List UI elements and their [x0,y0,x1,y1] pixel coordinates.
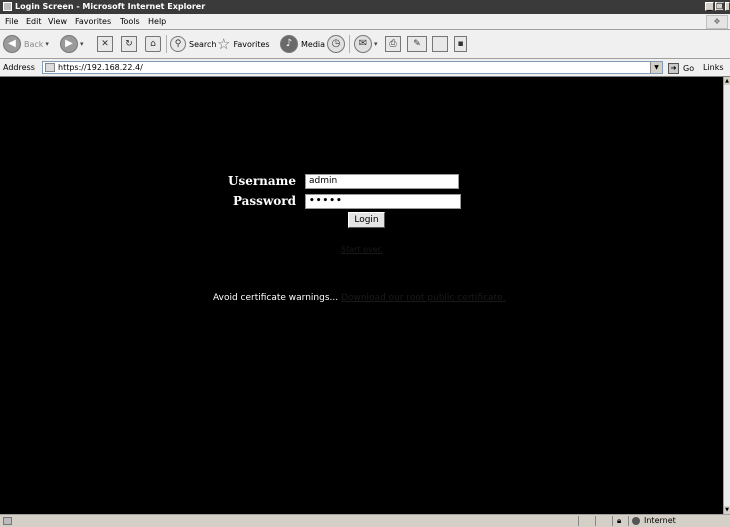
status-bar: 🔒︎ Internet [0,514,730,527]
menu-view[interactable]: View [48,14,67,30]
media-button[interactable]: ♪ Media [280,34,325,54]
media-icon: ♪ [280,35,298,53]
menu-bar: File Edit View Favorites Tools Help ❖ [0,14,730,30]
history-icon: ◷ [327,35,345,53]
menu-file[interactable]: File [5,14,18,30]
scroll-up-icon[interactable]: ▲ [724,77,730,85]
forward-arrow-icon: ▶ [60,35,78,53]
menu-edit[interactable]: Edit [26,14,42,30]
menu-help[interactable]: Help [148,14,166,30]
search-label: Search [189,39,217,49]
minimize-button[interactable]: _ [705,2,714,11]
download-certificate-link[interactable]: Download our root public certificate. [341,293,506,303]
edit-button[interactable]: ✎ [407,34,427,54]
lock-icon: 🔒︎ [617,516,622,525]
go-arrow-icon: ➜ [668,62,679,74]
menu-tools[interactable]: Tools [120,14,140,30]
menu-favorites[interactable]: Favorites [75,14,111,30]
discuss-button[interactable] [432,34,448,54]
mail-button[interactable]: ✉ ▾ [354,34,378,54]
mail-dropdown-icon[interactable]: ▾ [374,40,378,48]
favorites-label: Favorites [233,39,270,49]
refresh-button[interactable]: ↻ [121,34,137,54]
search-button[interactable]: ⚲ Search [170,34,216,54]
messenger-button[interactable]: ▪ [454,34,467,54]
print-button[interactable]: ⎙ [385,34,401,54]
window-title: Login Screen - Microsoft Internet Explor… [15,2,206,11]
mail-icon: ✉ [354,35,372,53]
address-dropdown-icon[interactable]: ▼ [650,62,662,73]
address-label: Address [3,63,35,72]
search-icon: ⚲ [170,36,186,52]
home-icon: ⌂ [145,36,161,52]
go-label: Go [683,63,695,73]
refresh-icon: ↻ [121,36,137,52]
title-bar: Login Screen - Microsoft Internet Explor… [0,0,730,14]
back-button[interactable]: ◀ Back ▾ [3,34,49,54]
stop-button[interactable]: ✕ [97,34,113,54]
maximize-button[interactable]: ❐ [715,2,724,11]
status-pane [628,516,629,526]
messenger-icon: ▪ [454,36,467,52]
favorites-button[interactable]: ☆ Favorites [217,34,270,54]
edit-icon: ✎ [407,36,427,52]
history-button[interactable]: ◷ [327,34,345,54]
back-arrow-icon: ◀ [3,35,21,53]
password-input[interactable]: ••••• [305,194,461,209]
discuss-icon [432,36,448,52]
media-label: Media [301,39,326,49]
stop-icon: ✕ [97,36,113,52]
security-zone: Internet [644,516,676,525]
status-pane [578,516,579,526]
page-icon [45,63,55,72]
forward-dropdown-icon[interactable]: ▾ [80,40,84,48]
back-dropdown-icon[interactable]: ▾ [45,40,49,48]
username-label: Username [227,174,296,188]
address-bar: Address https://192.168.22.4/ ▼ ➜ Go Lin… [0,59,730,77]
address-url: https://192.168.22.4/ [58,63,143,72]
close-button[interactable] [725,2,730,11]
windows-logo-icon: ❖ [706,15,728,29]
username-input[interactable]: admin [305,174,459,189]
internet-zone-icon [632,517,640,525]
vertical-scrollbar[interactable]: ▲ ▼ [723,77,730,514]
start-over-link[interactable]: Start over. [341,245,383,254]
print-icon: ⎙ [385,36,401,52]
login-button[interactable]: Login [348,212,385,228]
certificate-notice: Avoid certificate warnings... Download o… [213,293,506,303]
scroll-down-icon[interactable]: ▼ [724,506,730,514]
status-pane [612,516,613,526]
links-button[interactable]: Links [703,59,724,77]
address-input[interactable]: https://192.168.22.4/ ▼ [42,61,663,74]
ie-app-icon [3,2,12,11]
forward-button[interactable]: ▶ ▾ [60,34,84,54]
certificate-notice-text: Avoid certificate warnings... [213,293,339,303]
toolbar-separator [349,35,350,53]
password-label: Password [232,194,296,208]
status-pane [595,516,596,526]
status-page-icon [3,517,12,525]
go-button[interactable]: ➜ Go [668,61,694,75]
standard-toolbar: ◀ Back ▾ ▶ ▾ ✕ ↻ ⌂ ⚲ Search ☆ Favorites … [0,30,730,59]
home-button[interactable]: ⌂ [145,34,161,54]
back-label: Back [24,39,44,49]
toolbar-separator [166,35,167,53]
favorites-star-icon: ☆ [217,35,231,53]
